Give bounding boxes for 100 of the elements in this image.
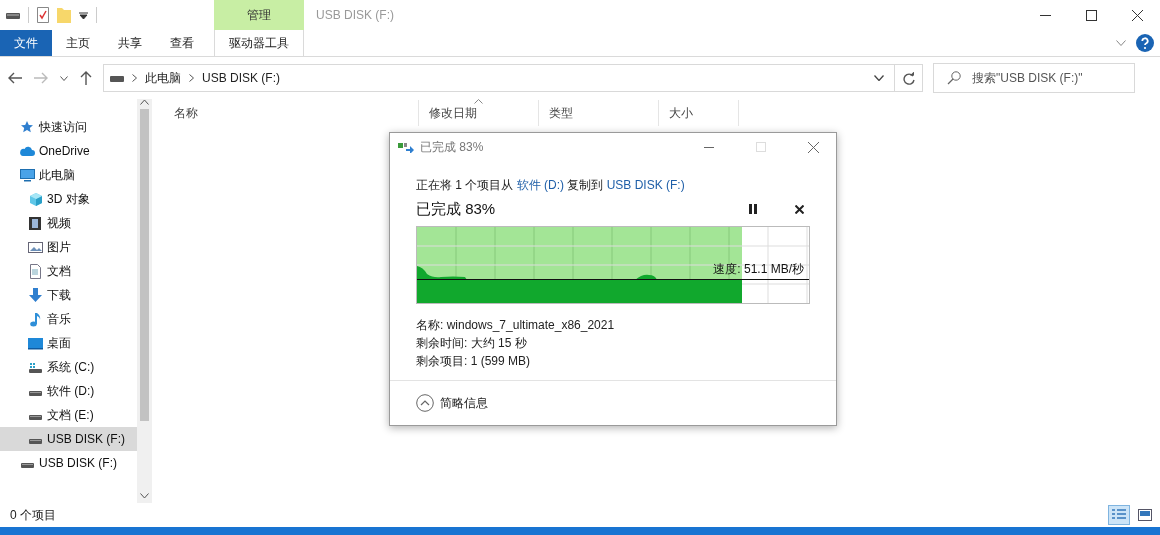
- cube-icon: [28, 191, 43, 207]
- minimize-icon: [704, 146, 714, 148]
- sidebar-item-label: 图片: [47, 238, 71, 256]
- sidebar-item-label: 桌面: [47, 334, 71, 352]
- sidebar-item-label: 软件 (D:): [47, 382, 95, 400]
- checklist-icon: [37, 7, 49, 23]
- sidebar-item[interactable]: USB DISK (F:): [0, 451, 137, 475]
- chevron-right-icon: [189, 74, 194, 82]
- back-arrow-icon[interactable]: [8, 72, 22, 84]
- monitor-icon: [20, 167, 35, 183]
- sidebar-item[interactable]: 视频: [0, 211, 137, 235]
- sidebar-item[interactable]: 3D 对象: [0, 187, 137, 211]
- desktop-icon: [28, 335, 43, 351]
- sidebar-item-label: 音乐: [47, 310, 71, 328]
- pause-icon: [749, 204, 757, 214]
- sidebar-item-label: 下载: [47, 286, 71, 304]
- sidebar-item-label: OneDrive: [39, 144, 90, 158]
- window-title: USB DISK (F:): [315, 7, 395, 24]
- progress-heading: 已完成 83%: [416, 199, 497, 219]
- breadcrumb[interactable]: USB DISK (F:): [202, 71, 280, 85]
- ribbon-tab[interactable]: 查看: [156, 30, 208, 56]
- sidebar-item[interactable]: USB DISK (F:): [0, 427, 137, 451]
- sort-caret-icon: [474, 99, 483, 104]
- copy-icon: [398, 141, 414, 153]
- column-header[interactable]: 类型: [539, 100, 659, 126]
- cancel-icon: [794, 204, 804, 214]
- sidebar-item[interactable]: 系统 (C:): [0, 355, 137, 379]
- sidebar-item[interactable]: 快速访问: [0, 115, 137, 139]
- detail-line: 剩余时间: 大约 15 秒: [416, 335, 528, 352]
- sidebar-item-label: 视频: [47, 214, 71, 232]
- drive-icon: [29, 438, 42, 444]
- detail-line: 剩余项目: 1 (599 MB): [416, 353, 532, 370]
- help-icon[interactable]: [1136, 34, 1154, 52]
- dialog-title: 已完成 83%: [420, 138, 485, 156]
- context-tab-group: 管理: [214, 0, 304, 30]
- sidebar-item-label: 文档: [47, 262, 71, 280]
- chevron-down-icon[interactable]: [1116, 40, 1126, 46]
- sidebar-item[interactable]: OneDrive: [0, 139, 137, 163]
- column-header[interactable]: 名称: [164, 100, 419, 126]
- star-icon: [20, 119, 35, 135]
- chevron-up-circle-icon: [416, 394, 434, 412]
- scroll-down-icon: [140, 493, 149, 499]
- sidebar-item[interactable]: 软件 (D:): [0, 379, 137, 403]
- scrollbar[interactable]: [137, 99, 152, 503]
- sidebar-item-label: USB DISK (F:): [47, 432, 125, 446]
- document-icon: [28, 263, 43, 279]
- down-arrow-icon: [28, 287, 43, 303]
- drive-icon: [29, 414, 42, 420]
- address-bar[interactable]: 此电脑 USB DISK (F:): [103, 64, 923, 92]
- picture-icon: [28, 239, 43, 255]
- item-count: 0 个项目: [10, 506, 57, 524]
- search-field[interactable]: 搜索"USB DISK (F:)": [933, 63, 1135, 93]
- sidebar-item[interactable]: 图片: [0, 235, 137, 259]
- thumbnail-view-icon: [1138, 509, 1152, 521]
- sidebar-item[interactable]: 桌面: [0, 331, 137, 355]
- ribbon-tab[interactable]: 共享: [104, 30, 156, 56]
- source-link[interactable]: 软件 (D:): [516, 178, 564, 192]
- sidebar-item-label: 快速访问: [39, 118, 87, 136]
- sidebar-item[interactable]: 下载: [0, 283, 137, 307]
- column-header[interactable]: 修改日期: [419, 100, 539, 126]
- details-view-icon: [1112, 509, 1126, 521]
- maximize-icon: [1085, 9, 1097, 21]
- chevron-down-icon: [874, 75, 884, 81]
- speed-reading: 速度: 51.1 MB/秒: [713, 261, 804, 278]
- column-header[interactable]: 大小: [659, 100, 739, 126]
- fewer-details-button[interactable]: 简略信息: [416, 394, 488, 412]
- film-icon: [28, 215, 43, 231]
- maximize-icon: [756, 142, 766, 152]
- drive-icon: [110, 74, 124, 82]
- refresh-icon: [902, 71, 915, 85]
- search-icon: [947, 71, 961, 85]
- sidebar-item-label: 文档 (E:): [47, 406, 94, 424]
- drive-icon: [21, 462, 34, 468]
- music-note-icon: [28, 311, 43, 327]
- destination-link[interactable]: USB DISK (F:): [606, 178, 685, 192]
- ribbon-tab[interactable]: 主页: [52, 30, 104, 56]
- folder-icon: [57, 7, 71, 23]
- breadcrumb[interactable]: 此电脑: [145, 69, 181, 87]
- sidebar-item-label: 3D 对象: [47, 190, 90, 208]
- close-icon: [807, 141, 819, 153]
- up-arrow-icon[interactable]: [80, 71, 92, 85]
- scroll-up-icon: [140, 99, 149, 105]
- close-icon: [1131, 9, 1143, 21]
- sidebar-item-label: 此电脑: [39, 166, 75, 184]
- sidebar-item[interactable]: 音乐: [0, 307, 137, 331]
- drive-icon: [6, 10, 20, 20]
- sidebar-item[interactable]: 文档 (E:): [0, 403, 137, 427]
- file-menu-button[interactable]: 文件: [0, 30, 52, 56]
- caret-icon[interactable]: [79, 11, 88, 19]
- chevron-down-icon[interactable]: [60, 75, 68, 81]
- sidebar-item[interactable]: 文档: [0, 259, 137, 283]
- sidebar-item-label: USB DISK (F:): [39, 456, 117, 470]
- minimize-icon: [1039, 14, 1051, 16]
- sidebar-item[interactable]: 此电脑: [0, 163, 137, 187]
- drive-icon: [29, 390, 42, 396]
- forward-arrow-icon[interactable]: [34, 72, 48, 84]
- sidebar-item-label: 系统 (C:): [47, 358, 95, 376]
- scrollbar-thumb[interactable]: [140, 109, 149, 421]
- detail-line: 名称: windows_7_ultimate_x86_2021: [416, 317, 616, 334]
- copy-status-text: 正在将 1 个项目从 软件 (D:) 复制到 USB DISK (F:): [416, 177, 686, 194]
